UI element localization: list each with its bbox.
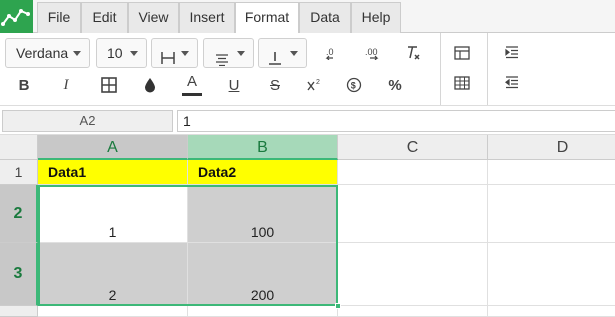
cell-c2[interactable] (338, 185, 488, 243)
chevron-down-icon (73, 51, 81, 56)
column-header-b[interactable]: B (188, 135, 338, 160)
cell-a3[interactable]: 2 (38, 243, 188, 306)
cell-b1[interactable]: Data2 (188, 160, 338, 185)
text-color-swatch (182, 92, 202, 96)
outdent-icon[interactable] (498, 69, 526, 97)
row-header-4[interactable] (0, 306, 38, 317)
cell-a2-value: 1 (108, 224, 117, 240)
cell-d2[interactable] (488, 185, 615, 243)
text-color-button[interactable]: A (178, 71, 206, 99)
column-header-d[interactable]: D (488, 135, 615, 160)
cell-c4[interactable] (338, 306, 488, 317)
font-family-select[interactable]: Verdana (5, 38, 90, 68)
toolbar-divider (440, 33, 441, 105)
svg-text:2: 2 (316, 79, 320, 86)
spreadsheet-grid: A B C D 1 2 3 Data1 Data2 1 100 2 200 (0, 135, 615, 317)
formula-input[interactable]: 1 (177, 110, 615, 132)
decrease-decimal-icon[interactable]: .0 (318, 39, 346, 67)
menu-insert[interactable]: Insert (179, 2, 235, 33)
cell-b3-value: 200 (250, 287, 275, 303)
bold-button[interactable]: B (10, 71, 38, 99)
menu-help[interactable]: Help (351, 2, 401, 33)
underline-icon: U (228, 76, 240, 94)
valign-bottom-icon (268, 46, 282, 74)
cell-name-box[interactable]: A2 (2, 110, 173, 132)
svg-text:.0: .0 (326, 47, 334, 57)
cell-a1[interactable]: Data1 (38, 160, 188, 185)
superscript-icon[interactable]: 2 (300, 71, 328, 99)
cell-d3[interactable] (488, 243, 615, 306)
italic-button[interactable]: I (52, 71, 80, 99)
row-header-2[interactable]: 2 (0, 185, 38, 243)
underline-button[interactable]: U (220, 71, 248, 99)
indent-icon[interactable] (498, 39, 526, 67)
chevron-down-icon (290, 51, 298, 56)
cell-c3[interactable] (338, 243, 488, 306)
text-color-icon: A (186, 72, 197, 90)
cell-b2[interactable]: 100 (188, 185, 338, 243)
menu-format[interactable]: Format (235, 2, 299, 34)
chevron-down-icon (237, 51, 245, 56)
vertical-align-select[interactable] (258, 38, 307, 68)
font-size-value: 10 (107, 45, 123, 61)
toolbar-divider (487, 33, 488, 105)
cell-border-icon[interactable] (95, 71, 123, 99)
cell-c1[interactable] (338, 160, 488, 185)
menu-view[interactable]: View (128, 2, 179, 33)
cell-a3-value: 2 (108, 287, 117, 303)
menu-edit[interactable]: Edit (81, 2, 128, 33)
chevron-down-icon (130, 51, 138, 56)
chevron-down-icon (181, 51, 189, 56)
svg-text:.00: .00 (365, 47, 378, 57)
row-header-1[interactable]: 1 (0, 160, 38, 185)
svg-text:$: $ (351, 81, 356, 91)
font-size-select[interactable]: 10 (96, 38, 147, 68)
increase-decimal-icon[interactable]: .00 (360, 39, 388, 67)
row-header-3[interactable]: 3 (0, 243, 38, 306)
cell-b3[interactable]: 200 (188, 243, 338, 306)
strikethrough-icon: S (269, 76, 280, 94)
app-logo-icon (0, 0, 33, 33)
clear-format-icon[interactable] (399, 39, 427, 67)
horizontal-align-icon (161, 46, 175, 74)
select-all-corner[interactable] (0, 135, 38, 160)
cell-d1[interactable] (488, 160, 615, 185)
text-align-select[interactable] (203, 38, 254, 68)
currency-icon[interactable]: $ (340, 71, 368, 99)
cell-a4[interactable] (38, 306, 188, 317)
borders-icon[interactable] (448, 39, 476, 67)
menu-bar: File Edit View Insert Format Data Help (0, 0, 615, 34)
cell-b4[interactable] (188, 306, 338, 317)
column-header-a[interactable]: A (38, 135, 188, 160)
fill-handle[interactable] (335, 303, 341, 309)
strikethrough-button[interactable]: S (261, 71, 289, 99)
cell-d4[interactable] (488, 306, 615, 317)
toolbar: Verdana 10 .0 .00 B I A U S 2 $ % (0, 33, 615, 105)
fill-color-icon[interactable] (136, 71, 164, 99)
font-family-value: Verdana (16, 45, 69, 61)
percent-button[interactable]: % (381, 71, 409, 99)
cell-a2[interactable]: 1 (38, 185, 188, 243)
formula-bar: A2 1 (0, 105, 615, 135)
cell-b2-value: 100 (250, 224, 275, 240)
menu-data[interactable]: Data (299, 2, 351, 33)
table-icon[interactable] (448, 69, 476, 97)
horizontal-align-select[interactable] (151, 38, 198, 68)
column-header-c[interactable]: C (338, 135, 488, 160)
menu-file[interactable]: File (37, 2, 81, 33)
